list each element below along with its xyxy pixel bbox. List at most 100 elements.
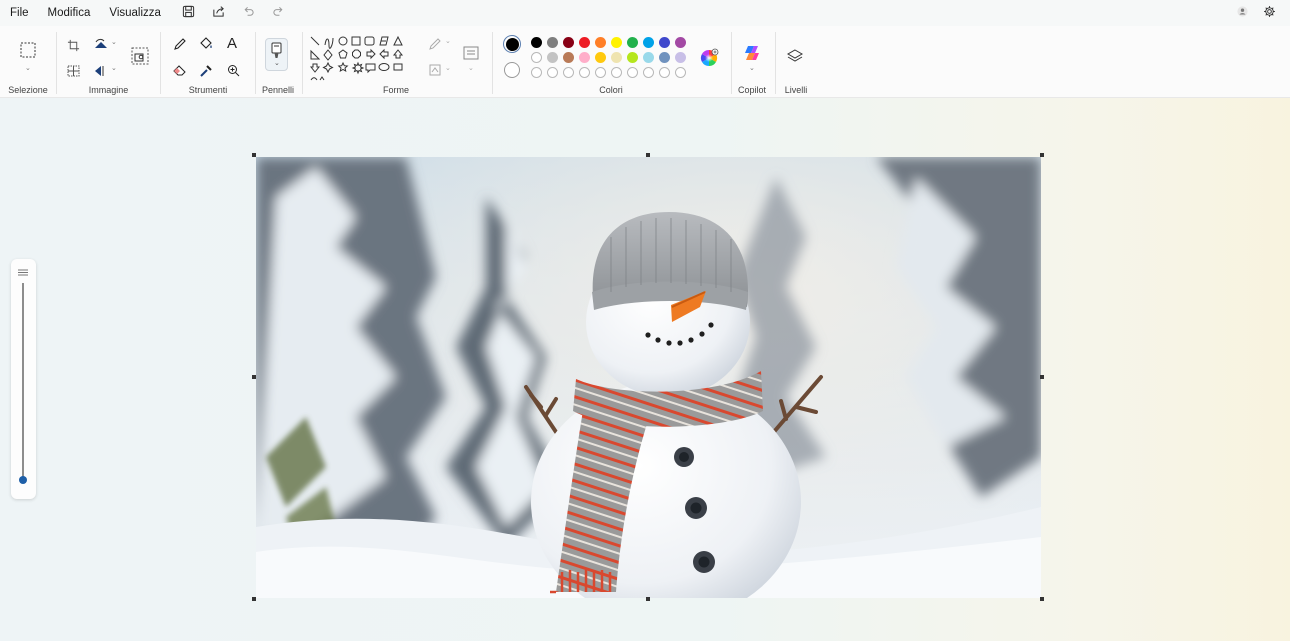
color-swatch[interactable] [579, 52, 590, 63]
chevron-down-icon[interactable]: ⌄ [111, 38, 117, 46]
custom-color-slot[interactable] [595, 67, 606, 78]
color-swatch[interactable] [627, 52, 638, 63]
ribbon-divider [775, 32, 776, 94]
flip-icon[interactable] [93, 64, 109, 78]
magnifier-icon[interactable] [227, 64, 240, 77]
resize-handle[interactable] [1040, 375, 1044, 379]
select-grid-icon[interactable] [67, 65, 80, 77]
color-swatch[interactable] [595, 52, 606, 63]
color-swatch[interactable] [675, 37, 686, 48]
layers-group-label: Livelli [784, 85, 808, 95]
chevron-down-icon[interactable]: ⌄ [468, 64, 474, 72]
color-swatch[interactable] [595, 37, 606, 48]
color-swatch[interactable] [611, 52, 622, 63]
custom-color-slot[interactable] [579, 67, 590, 78]
resize-handle[interactable] [1040, 153, 1044, 157]
tools-group-label: Strumenti [188, 85, 228, 95]
custom-color-slot[interactable] [547, 67, 558, 78]
color-swatch[interactable] [627, 37, 638, 48]
color-swatch[interactable] [643, 52, 654, 63]
zoom-slider-track[interactable] [22, 283, 24, 483]
color-swatch[interactable] [643, 37, 654, 48]
ribbon-toolbar: ⌄ Selezione ⌄ ⌄ Immagine A Strumenti ⌄ P… [0, 26, 1290, 98]
outline-icon[interactable] [428, 37, 442, 51]
primary-color-button[interactable] [503, 35, 521, 53]
color-picker-icon[interactable] [199, 64, 213, 78]
brush-button[interactable]: ⌄ [265, 38, 288, 71]
fill-bucket-icon[interactable] [199, 37, 213, 51]
resize-icon[interactable] [131, 47, 149, 65]
image-group-label: Immagine [88, 85, 129, 95]
copilot-icon[interactable] [743, 44, 761, 62]
shape-style-icon[interactable] [463, 46, 479, 60]
edit-colors-icon[interactable] [699, 48, 719, 68]
image-group: ⌄ ⌄ Immagine [57, 26, 160, 98]
eraser-icon[interactable] [173, 64, 187, 76]
color-swatch[interactable] [659, 37, 670, 48]
chevron-down-icon[interactable]: ⌄ [25, 64, 31, 72]
resize-handle[interactable] [252, 597, 256, 601]
account-icon[interactable] [1236, 5, 1249, 21]
title-right-controls [1236, 5, 1276, 21]
rectangle-select-icon[interactable] [20, 42, 36, 58]
brushes-group: ⌄ Pennelli [256, 26, 300, 98]
custom-color-slot[interactable] [611, 67, 622, 78]
custom-color-slot[interactable] [643, 67, 654, 78]
custom-color-slot[interactable] [627, 67, 638, 78]
brushes-group-label: Pennelli [261, 85, 295, 95]
resize-handle[interactable] [646, 597, 650, 601]
menu-visualizza[interactable]: Visualizza [109, 7, 161, 19]
color-swatch[interactable] [563, 52, 574, 63]
color-swatch[interactable] [563, 37, 574, 48]
color-swatch[interactable] [531, 52, 542, 63]
color-swatch[interactable] [611, 37, 622, 48]
menu-modifica[interactable]: Modifica [48, 7, 91, 19]
shapes-group: ⌄ ⌄ ⌄ Forme [303, 26, 489, 98]
zoom-slider-thumb[interactable] [19, 476, 27, 484]
zoom-layers-icon[interactable] [17, 267, 29, 277]
copilot-group: ⌄ Copilot [733, 26, 771, 98]
shapes-gallery[interactable] [309, 34, 419, 84]
color-swatch[interactable] [547, 52, 558, 63]
chevron-down-icon[interactable]: ⌄ [274, 59, 280, 67]
chevron-down-icon[interactable]: ⌄ [445, 37, 451, 45]
chevron-down-icon[interactable]: ⌄ [445, 64, 451, 72]
resize-handle[interactable] [1040, 597, 1044, 601]
primary-color-swatch [505, 37, 519, 51]
colors-group: Colori [493, 26, 729, 98]
text-icon[interactable]: A [227, 35, 237, 52]
chevron-down-icon[interactable]: ⌄ [749, 64, 755, 72]
color-swatch[interactable] [547, 37, 558, 48]
layers-icon[interactable] [787, 49, 803, 63]
layers-group: Livelli [777, 26, 815, 98]
colors-group-label: Colori [599, 85, 623, 95]
share-icon[interactable] [212, 5, 225, 21]
rotate-icon[interactable] [93, 38, 109, 52]
color-swatch[interactable] [675, 52, 686, 63]
chevron-down-icon[interactable]: ⌄ [111, 64, 117, 72]
undo-icon[interactable] [242, 5, 255, 21]
zoom-panel [11, 259, 36, 499]
custom-color-slot[interactable] [659, 67, 670, 78]
color-swatch[interactable] [659, 52, 670, 63]
save-icon[interactable] [182, 5, 195, 21]
crop-icon[interactable] [67, 39, 80, 52]
custom-color-slot[interactable] [675, 67, 686, 78]
shapes-group-label: Forme [382, 85, 409, 95]
resize-handle[interactable] [646, 153, 650, 157]
pencil-icon[interactable] [173, 37, 187, 51]
secondary-color-button[interactable] [504, 62, 520, 78]
drawing-canvas[interactable] [256, 157, 1041, 598]
custom-color-slot[interactable] [531, 67, 542, 78]
settings-gear-icon[interactable] [1263, 5, 1276, 21]
redo-icon[interactable] [272, 5, 285, 21]
resize-handle[interactable] [252, 375, 256, 379]
menu-file[interactable]: File [10, 7, 29, 19]
custom-color-slot[interactable] [563, 67, 574, 78]
tools-group: A Strumenti [161, 26, 255, 98]
fill-icon[interactable] [428, 64, 442, 76]
color-swatch[interactable] [531, 37, 542, 48]
resize-handle[interactable] [252, 153, 256, 157]
color-swatch[interactable] [579, 37, 590, 48]
snowman-image [256, 157, 1041, 598]
